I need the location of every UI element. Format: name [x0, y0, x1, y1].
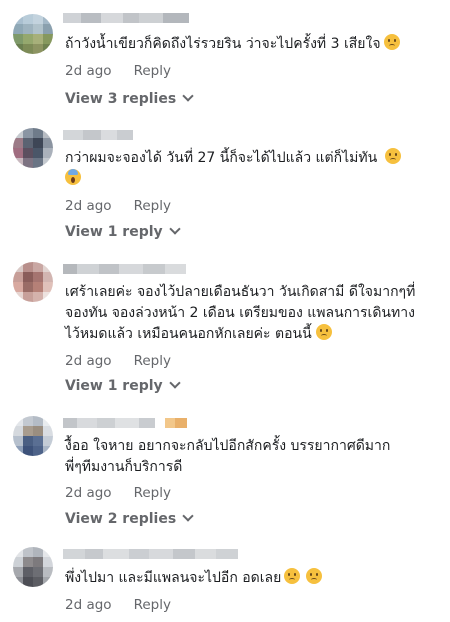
comment-text: งื้ออ ใจหาย อยากจะกลับไปอีกสักครั้ง บรรย…	[65, 436, 445, 478]
reply-button[interactable]: Reply	[134, 63, 171, 79]
timestamp: 2d ago	[65, 597, 112, 613]
comment-text: พึ่งไปมา และมีแพลนจะไปอีก อดเลย	[65, 568, 445, 589]
view-replies-button[interactable]: View 1 reply	[65, 223, 181, 240]
view-replies-button[interactable]: View 1 reply	[65, 377, 181, 394]
chevron-down-icon	[168, 223, 181, 235]
chevron-down-icon	[168, 377, 181, 389]
view-replies-label: View 1 reply	[65, 224, 163, 240]
avatar[interactable]	[13, 416, 53, 456]
comment-meta: 2d ago Reply	[65, 353, 171, 369]
reply-button[interactable]: Reply	[134, 597, 171, 613]
commenter-name[interactable]	[63, 13, 189, 23]
avatar[interactable]	[13, 262, 53, 302]
sad-face-emoji-icon	[385, 148, 402, 164]
avatar[interactable]	[13, 14, 53, 54]
comment-text: กว่าผมจะจองได้ วันที่ 27 นี้ก็จะได้ไปแล้…	[65, 148, 445, 190]
avatar[interactable]	[13, 547, 53, 587]
comment-text: ถ้าวังน้ำเขียวก็คิดถึงไร่รวยริน ว่าจะไปค…	[65, 34, 445, 55]
comment-body: พึ่งไปมา และมีแพลนจะไปอีก อดเลย	[65, 570, 282, 586]
view-replies-label: View 1 reply	[65, 378, 163, 394]
commenter-name[interactable]	[63, 130, 133, 140]
comment-meta: 2d ago Reply	[65, 63, 171, 79]
commenter-name[interactable]	[63, 418, 187, 428]
sad-face-emoji-icon	[383, 34, 400, 50]
timestamp: 2d ago	[65, 485, 112, 501]
screaming-face-emoji-icon	[65, 169, 81, 185]
comment-text: เศร้าเลยค่ะ จองไว้ปลายเดือนธันวา วันเกิด…	[65, 282, 445, 345]
timestamp: 2d ago	[65, 63, 112, 79]
view-replies-button[interactable]: View 2 replies	[65, 510, 194, 527]
sad-face-emoji-icon	[315, 324, 332, 340]
comment-body: กว่าผมจะจองได้ วันที่ 27 นี้ก็จะได้ไปแล้…	[65, 150, 378, 166]
sad-face-emoji-icon	[284, 568, 301, 584]
comment-body: ถ้าวังน้ำเขียวก็คิดถึงไร่รวยริน ว่าจะไปค…	[65, 36, 381, 52]
sad-face-emoji-icon	[306, 568, 323, 584]
chevron-down-icon	[182, 510, 194, 522]
chevron-down-icon	[182, 90, 194, 102]
view-replies-button[interactable]: View 3 replies	[65, 90, 194, 107]
commenter-name[interactable]	[63, 549, 238, 559]
avatar[interactable]	[13, 128, 53, 168]
commenter-name[interactable]	[63, 264, 186, 274]
reply-button[interactable]: Reply	[134, 353, 171, 369]
reply-button[interactable]: Reply	[134, 485, 171, 501]
reply-button[interactable]: Reply	[134, 198, 171, 214]
timestamp: 2d ago	[65, 353, 112, 369]
comment-body: เศร้าเลยค่ะ จองไว้ปลายเดือนธันวา วันเกิด…	[65, 284, 416, 342]
view-replies-label: View 3 replies	[65, 91, 177, 107]
comment-body: งื้ออ ใจหาย อยากจะกลับไปอีกสักครั้ง บรรย…	[65, 438, 391, 475]
timestamp: 2d ago	[65, 198, 112, 214]
comment-meta: 2d ago Reply	[65, 597, 171, 613]
comment-meta: 2d ago Reply	[65, 485, 171, 501]
comment-meta: 2d ago Reply	[65, 198, 171, 214]
view-replies-label: View 2 replies	[65, 511, 177, 527]
